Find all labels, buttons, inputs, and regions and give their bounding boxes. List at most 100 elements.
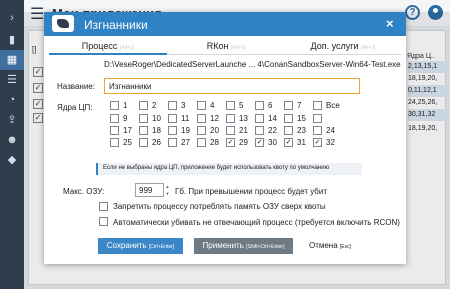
max-ram-suffix: Гб. При превышении процесс будет убит — [175, 187, 328, 196]
cpu-core-checkbox[interactable] — [255, 126, 264, 135]
apply-button[interactable]: Применить [Shift+Ctrl+Enter] — [194, 238, 293, 254]
cpu-core-checkbox[interactable] — [139, 101, 148, 110]
cpu-core-checkbox[interactable]: ✓ — [226, 138, 235, 147]
cpu-core-checkbox[interactable] — [139, 138, 148, 147]
pie-chart-icon[interactable]: ◔ — [0, 90, 24, 110]
auto-kill-label: Автоматически убивать не отвечающий проц… — [113, 218, 400, 227]
users-icon[interactable]: ☻ — [0, 130, 24, 150]
cpu-core-checkbox[interactable]: ✓ — [255, 138, 264, 147]
apply-shortcut: [Shift+Ctrl+Enter] — [246, 244, 285, 250]
upload-icon[interactable]: ⇪ — [0, 110, 24, 130]
cpu-core-checkbox[interactable] — [197, 101, 206, 110]
cpu-core-checkbox[interactable] — [313, 101, 322, 110]
cpu-core-label: 20 — [210, 126, 219, 135]
cpu-core-checkbox[interactable] — [255, 101, 264, 110]
cpu-core-checkbox[interactable]: ✓ — [313, 138, 322, 147]
cpu-core-checkbox[interactable] — [284, 126, 293, 135]
save-button[interactable]: Сохранить [Ctrl+Enter] — [98, 238, 183, 254]
tab-shortcut: [Alt+2] — [230, 45, 246, 51]
max-ram-input[interactable] — [135, 183, 164, 197]
cpu-core-checkbox[interactable] — [168, 101, 177, 110]
cpu-core-checkbox[interactable] — [168, 126, 177, 135]
cpu-core-label: Все — [326, 101, 340, 110]
apply-button-label: Применить — [202, 241, 244, 250]
cpu-core-checkbox[interactable] — [110, 114, 119, 123]
cpu-core-label: 12 — [210, 114, 219, 123]
cpu-cores-label: Ядра ЦП: — [57, 103, 93, 112]
cpu-core-label: 28 — [210, 138, 219, 147]
tab-shortcut: [Alt+1] — [119, 45, 135, 51]
executable-path: D:\VeseRoger\DedicatedServerLaunche ... … — [104, 60, 401, 69]
cpu-core-label: 22 — [268, 126, 277, 135]
cpu-core-checkbox[interactable] — [284, 114, 293, 123]
cpu-core-checkbox[interactable] — [226, 101, 235, 110]
edit-application-dialog: Изгнанники × Процесс [Alt+1] RКон [Alt+2… — [44, 12, 406, 264]
cpu-core-label: 5 — [239, 101, 244, 110]
active-tab-indicator — [49, 53, 167, 55]
cpu-core-checkbox[interactable] — [197, 126, 206, 135]
tab-rcon[interactable]: RКон [Alt+2] — [167, 39, 285, 53]
save-button-label: Сохранить — [106, 241, 147, 250]
cpu-core-label: 1 — [123, 101, 128, 110]
close-icon[interactable]: × — [386, 16, 394, 31]
cpu-core-label: 25 — [123, 138, 132, 147]
cpu-core-label: 23 — [297, 126, 306, 135]
cancel-shortcut: [Esc] — [339, 244, 352, 250]
cube-icon[interactable]: ◆ — [0, 150, 24, 170]
cpu-core-checkbox[interactable] — [139, 114, 148, 123]
chevron-right-icon[interactable]: › — [0, 8, 24, 28]
max-ram-label: Макс. ОЗУ: — [63, 187, 105, 196]
cpu-core-checkbox[interactable] — [313, 126, 322, 135]
tab-label: RКон — [206, 41, 229, 51]
cpu-core-label: 27 — [181, 138, 190, 147]
cpu-core-checkbox[interactable] — [139, 126, 148, 135]
cpu-core-label: 3 — [181, 101, 186, 110]
list-icon[interactable]: ☰ — [0, 70, 24, 90]
cpu-core-checkbox[interactable] — [110, 126, 119, 135]
cpu-core-label: 21 — [239, 126, 248, 135]
cpu-core-checkbox[interactable] — [110, 138, 119, 147]
cpu-core-checkbox[interactable] — [197, 138, 206, 147]
cpu-core-label: 17 — [123, 126, 132, 135]
cpu-core-checkbox[interactable] — [168, 138, 177, 147]
ram-stepper[interactable]: ▲ ▼ — [165, 183, 170, 197]
stepper-down-icon[interactable]: ▼ — [165, 190, 170, 197]
cpu-core-checkbox[interactable] — [110, 101, 119, 110]
tab-label: Процесс — [81, 41, 118, 51]
thermometer-icon[interactable]: ▮ — [0, 30, 24, 50]
tab-shortcut: [Alt+3] — [361, 45, 376, 51]
cpu-core-label: 29 — [239, 138, 248, 147]
auto-kill-checkbox[interactable] — [99, 217, 108, 226]
cpu-core-checkbox[interactable] — [284, 101, 293, 110]
cancel-button[interactable]: Отмена [Esc] — [300, 238, 360, 254]
limit-ram-label: Запретить процессу потреблять память ОЗУ… — [113, 202, 326, 211]
cpu-core-checkbox[interactable] — [313, 114, 322, 123]
cpu-core-checkbox[interactable] — [226, 114, 235, 123]
cpu-core-checkbox[interactable] — [226, 126, 235, 135]
cpu-core-checkbox[interactable] — [168, 114, 177, 123]
tab-label: Доп. услуги — [310, 41, 359, 51]
cpu-core-label: 4 — [210, 101, 215, 110]
cpu-core-label: 24 — [326, 126, 335, 135]
app-logo-icon — [52, 15, 74, 32]
tab-process[interactable]: Процесс [Alt+1] — [49, 39, 167, 53]
cpu-core-label: 26 — [152, 138, 161, 147]
cpu-core-label: 6 — [268, 101, 273, 110]
cpu-core-label: 30 — [268, 138, 277, 147]
cpu-core-label: 31 — [297, 138, 306, 147]
name-label: Название: — [57, 82, 95, 91]
cpu-core-checkbox[interactable]: ✓ — [284, 138, 293, 147]
left-sidebar: › ▮ ▦ ☰ ◔ ⇪ ☻ ◆ — [0, 0, 24, 289]
limit-ram-checkbox[interactable] — [99, 202, 108, 211]
cpu-core-label: 18 — [152, 126, 161, 135]
stepper-up-icon[interactable]: ▲ — [165, 183, 170, 190]
info-text: Если не выбраны ядра ЦП, приложение буде… — [103, 165, 330, 171]
cpu-core-label: 11 — [181, 114, 190, 123]
tab-extra-services[interactable]: Доп. услуги [Alt+3] — [285, 39, 401, 53]
name-input[interactable] — [104, 78, 360, 94]
cpu-core-checkbox[interactable] — [255, 114, 264, 123]
grid-icon[interactable]: ▦ — [0, 50, 24, 70]
cpu-core-label: 7 — [297, 101, 302, 110]
cpu-core-label: 14 — [268, 114, 277, 123]
cpu-core-checkbox[interactable] — [197, 114, 206, 123]
